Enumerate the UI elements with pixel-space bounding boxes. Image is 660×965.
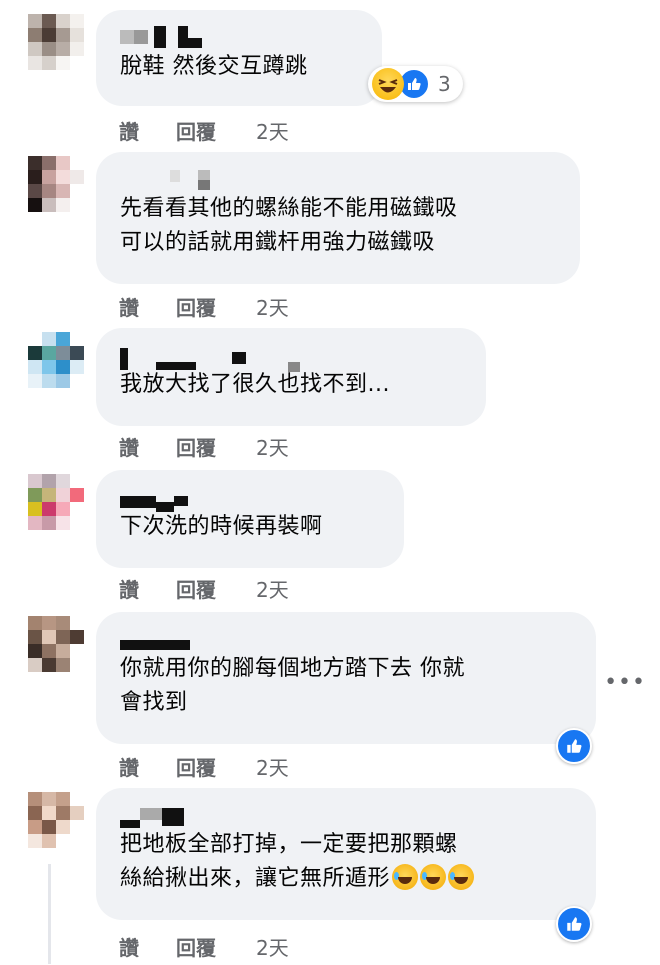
reaction-summary[interactable]: 3 (368, 66, 463, 102)
avatar[interactable] (28, 332, 84, 388)
comment-actions: 讚 回覆 2天 (119, 574, 289, 603)
commenter-name-redacted[interactable] (120, 626, 574, 652)
laughing-emoji-icon (372, 68, 404, 100)
commenter-name-redacted[interactable] (120, 484, 382, 512)
comment-bubble: 先看看其他的螺絲能不能用磁鐵吸 可以的話就用鐵杆用強力磁鐵吸 (96, 152, 580, 284)
rofl-emoji-icon (420, 864, 447, 890)
like-link[interactable]: 讚 (119, 574, 176, 603)
reply-link[interactable]: 回覆 (176, 752, 256, 781)
commenter-name-redacted[interactable] (120, 166, 558, 192)
avatar[interactable] (28, 14, 84, 70)
avatar[interactable] (28, 792, 84, 848)
comment-text: 把地板全部打掉，一定要把那顆螺 絲給揪出來，讓它無所遁形 (120, 828, 574, 896)
avatar[interactable] (28, 474, 84, 530)
like-link[interactable]: 讚 (119, 752, 176, 781)
like-icon[interactable] (556, 728, 592, 764)
reply-link[interactable]: 回覆 (176, 292, 256, 321)
rofl-emoji-icon (448, 864, 475, 890)
comment-actions: 讚 回覆 2天 (119, 432, 289, 461)
like-link[interactable]: 讚 (119, 932, 176, 961)
rofl-emoji-icon (392, 864, 419, 890)
avatar[interactable] (28, 616, 84, 672)
commenter-name-redacted[interactable] (120, 342, 464, 372)
comment-bubble: 你就用你的腳每個地方踏下去 你就 會找到 (96, 612, 596, 744)
comment-text: 脫鞋 然後交互蹲跳 (120, 54, 308, 79)
timestamp[interactable]: 2天 (256, 292, 289, 321)
like-link[interactable]: 讚 (119, 292, 176, 321)
avatar[interactable] (28, 156, 84, 212)
reply-link[interactable]: 回覆 (176, 574, 256, 603)
like-icon[interactable] (556, 906, 592, 942)
timestamp[interactable]: 2天 (256, 752, 289, 781)
commenter-name-redacted[interactable] (120, 802, 574, 828)
comment-bubble: 我放大找了很久也找不到... (96, 328, 486, 426)
more-options-icon[interactable]: ••• (604, 670, 646, 695)
thread-line (48, 864, 51, 964)
timestamp[interactable]: 2天 (256, 574, 289, 603)
comment-text: 下次洗的時候再裝啊 (120, 514, 323, 539)
comment-actions: 讚 回覆 2天 (119, 752, 289, 781)
like-link[interactable]: 讚 (119, 432, 176, 461)
comment-bubble: 下次洗的時候再裝啊 (96, 470, 404, 568)
reply-link[interactable]: 回覆 (176, 432, 256, 461)
reply-link[interactable]: 回覆 (176, 116, 256, 145)
reply-link[interactable]: 回覆 (176, 932, 256, 961)
comment-bubble: 脫鞋 然後交互蹲跳 (96, 10, 382, 106)
comment-text: 你就用你的腳每個地方踏下去 你就 會找到 (120, 656, 465, 715)
like-link[interactable]: 讚 (119, 116, 176, 145)
comment-text: 先看看其他的螺絲能不能用磁鐵吸 可以的話就用鐵杆用強力磁鐵吸 (120, 196, 458, 255)
comment-actions: 讚 回覆 2天 (119, 116, 289, 145)
comment-text: 我放大找了很久也找不到... (120, 372, 390, 397)
timestamp[interactable]: 2天 (256, 116, 289, 145)
comment-actions: 讚 回覆 2天 (119, 292, 289, 321)
comment-actions: 讚 回覆 2天 (119, 932, 289, 961)
commenter-name-redacted[interactable] (120, 24, 360, 50)
comment-bubble: 把地板全部打掉，一定要把那顆螺 絲給揪出來，讓它無所遁形 (96, 788, 596, 920)
timestamp[interactable]: 2天 (256, 932, 289, 961)
timestamp[interactable]: 2天 (256, 432, 289, 461)
reaction-count: 3 (438, 72, 451, 96)
